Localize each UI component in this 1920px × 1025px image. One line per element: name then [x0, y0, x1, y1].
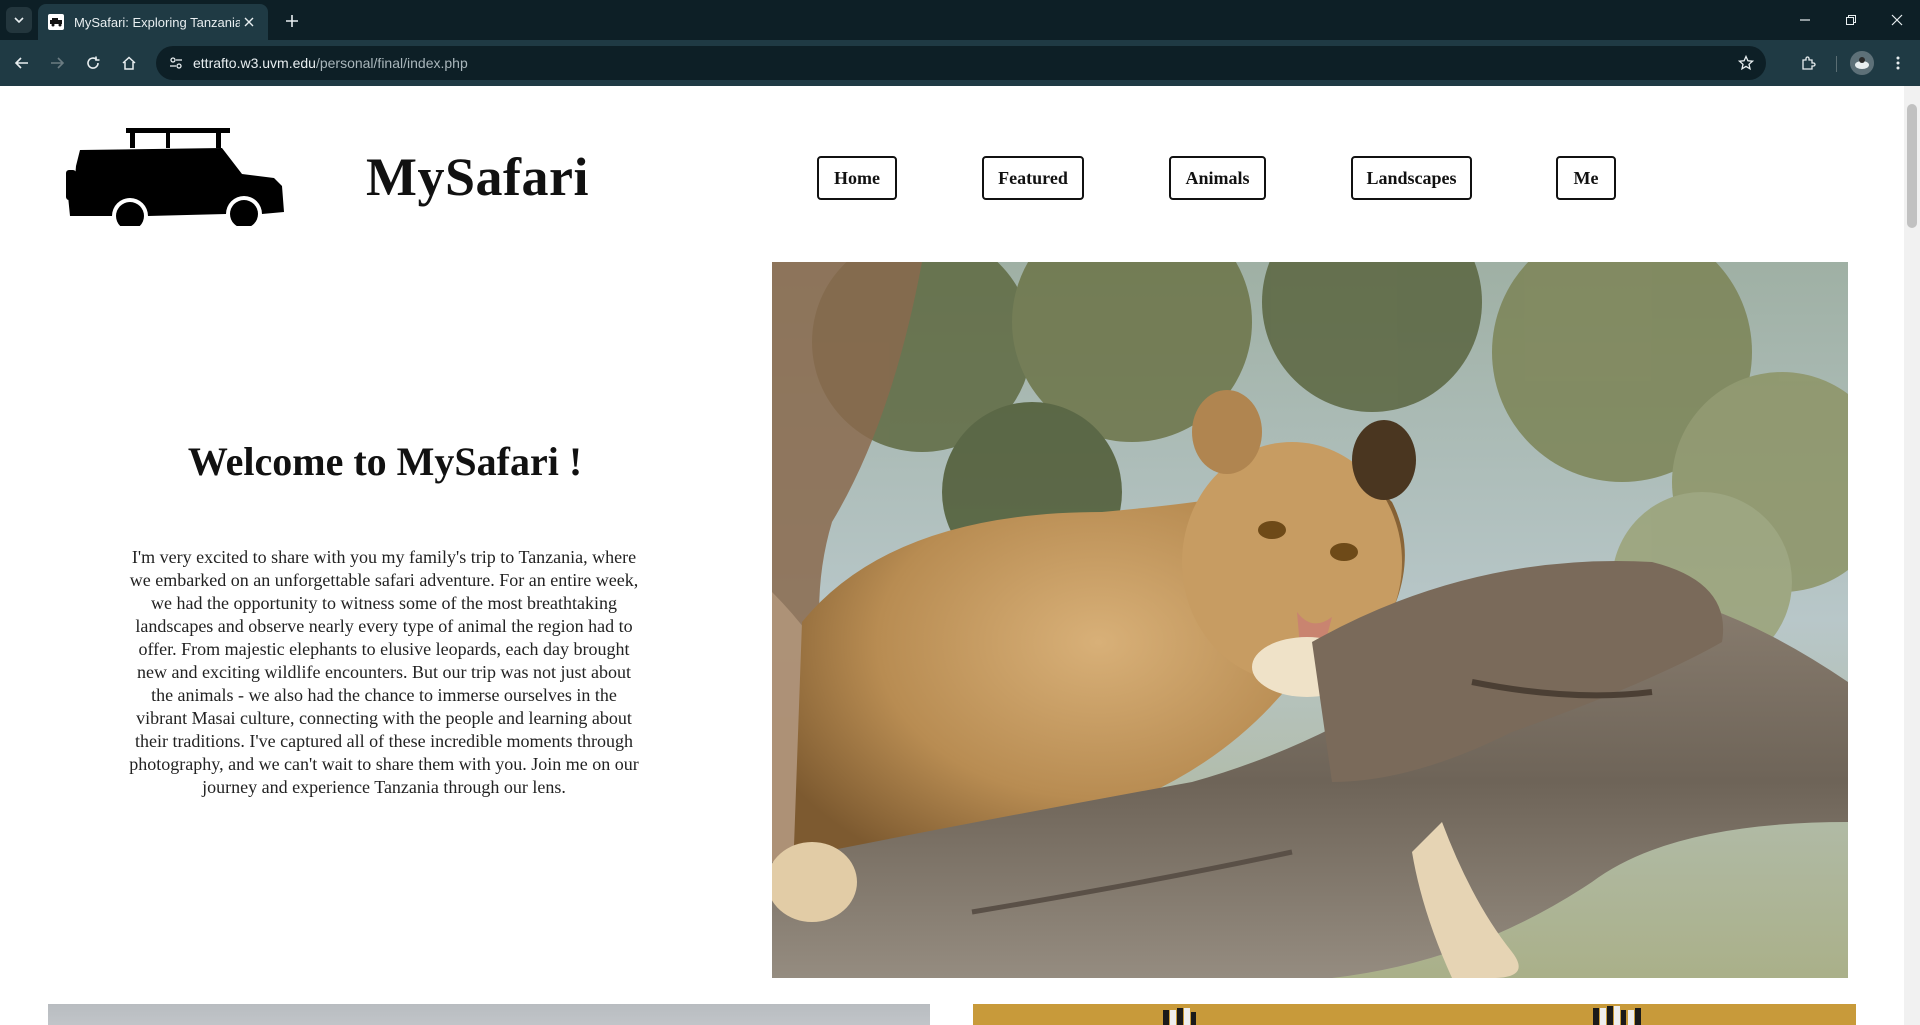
page-viewport: MySafari Home Featured Animals Landscape… [0, 86, 1920, 1025]
avatar-icon [1850, 51, 1874, 75]
puzzle-icon [1802, 56, 1816, 70]
minimize-button[interactable] [1782, 0, 1828, 40]
hero-lioness-photo [772, 262, 1848, 978]
url-host: ettrafto.w3.uvm.edu [193, 55, 316, 71]
reload-icon [87, 56, 100, 69]
nav-featured[interactable]: Featured [982, 156, 1084, 200]
restore-button[interactable] [1828, 0, 1874, 40]
restore-icon [1846, 15, 1856, 25]
safari-car-favicon-icon [48, 14, 64, 30]
back-button[interactable] [8, 49, 36, 77]
site-title: MySafari [366, 147, 589, 207]
close-window-button[interactable] [1874, 0, 1920, 40]
browser-menu-button[interactable] [1886, 51, 1910, 75]
page-scrollbar[interactable] [1904, 86, 1920, 1025]
close-icon [1891, 14, 1903, 26]
url-path: /personal/final/index.php [315, 55, 468, 71]
nav-home[interactable]: Home [817, 156, 897, 200]
arrow-right-icon [51, 57, 65, 69]
tab-search-button[interactable] [6, 7, 32, 33]
more-vertical-icon [1896, 56, 1900, 70]
bookmark-button[interactable] [1734, 51, 1758, 75]
window-controls [1782, 0, 1920, 40]
tab-strip: MySafari: Exploring Tanzania [0, 0, 1920, 40]
browser-toolbar: ettrafto.w3.uvm.edu/personal/final/index… [0, 40, 1920, 86]
close-tab-icon[interactable] [240, 13, 258, 31]
toolbar-divider [1836, 56, 1837, 72]
gallery-thumbnail-zebras[interactable] [973, 1004, 1856, 1025]
nav-me[interactable]: Me [1556, 156, 1616, 200]
reload-button[interactable] [79, 49, 107, 77]
extensions-button[interactable] [1796, 51, 1820, 75]
site-info-button[interactable] [164, 51, 188, 75]
minimize-icon [1800, 19, 1810, 21]
address-bar[interactable]: ettrafto.w3.uvm.edu/personal/final/index… [156, 46, 1766, 80]
plus-icon [286, 15, 298, 27]
welcome-heading: Welcome to MySafari ! [187, 439, 583, 484]
safari-jeep-logo-icon [66, 128, 284, 226]
url-text: ettrafto.w3.uvm.edu/personal/final/index… [193, 55, 468, 71]
browser-tab-active[interactable]: MySafari: Exploring Tanzania [38, 4, 268, 40]
chevron-down-icon [14, 17, 24, 24]
star-icon [1738, 55, 1754, 71]
arrow-left-icon [14, 57, 28, 69]
intro-paragraph: I'm very excited to share with you my fa… [129, 547, 639, 797]
home-button[interactable] [115, 49, 143, 77]
nav-animals[interactable]: Animals [1169, 156, 1266, 200]
tab-title: MySafari: Exploring Tanzania [74, 14, 240, 30]
forward-button[interactable] [43, 49, 71, 77]
tune-icon [170, 57, 182, 69]
home-icon [122, 56, 136, 70]
new-tab-button[interactable] [280, 9, 304, 33]
nav-landscapes[interactable]: Landscapes [1351, 156, 1472, 200]
profile-avatar[interactable] [1850, 51, 1874, 75]
gallery-thumbnail-left[interactable] [48, 1004, 930, 1025]
scrollbar-thumb[interactable] [1907, 104, 1917, 228]
